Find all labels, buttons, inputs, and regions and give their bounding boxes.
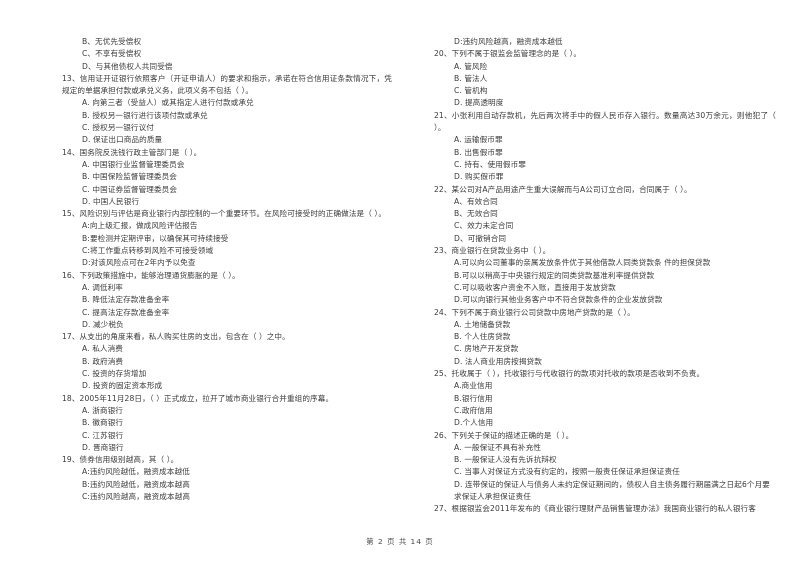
- question-option: A.商业信用: [454, 381, 493, 391]
- question-option: B. 一般保证人没有先诉抗辩权: [454, 455, 557, 465]
- question-option: B. 降低法定存款准备金率: [82, 295, 170, 305]
- question-option: D. 投资的固定资本形成: [82, 381, 163, 391]
- question-option: C. 持有、使用假币罪: [454, 159, 526, 169]
- question-stem: 14、国务院反洗钱行政主管部门是（ ）。: [62, 147, 202, 157]
- question-option: B. 徽商银行: [82, 418, 124, 428]
- question-option: C:违约风险越高，融资成本越高: [82, 491, 191, 501]
- question-option: C、效力未定合同: [454, 221, 514, 231]
- question-option: C. 当事人对保证方式没有约定的，按照一般责任保证承担保证责任: [454, 467, 680, 477]
- question-option: B:要检测并定期评审，以确保其可持续接受: [82, 233, 229, 243]
- question-option: A. 私人消费: [82, 344, 123, 354]
- question-stem: 22、某公司对A产品用途产生重大误解而与A公司订立合同，合同属于（ ）。: [434, 184, 692, 194]
- question-option: D. 提高透明度: [454, 98, 504, 108]
- question-option: B. 管法人: [454, 73, 488, 83]
- question-option: A. 运输假币罪: [454, 135, 503, 145]
- question-option: B. 授权另一银行进行该项付款或承兑: [82, 110, 208, 120]
- question-option: B. 出售假币罪: [454, 147, 503, 157]
- question-option: C. 投资的存货增加: [82, 369, 147, 379]
- question-option: D. 保证出口商品的质量: [82, 135, 163, 145]
- question-option: C.政府信用: [454, 405, 493, 415]
- question-option: B. 个人住房贷款: [454, 332, 511, 342]
- exam-page: B、无优先受偿权 C、不享有受偿权 D、与其他债权人共同受偿 13、信用证开证银行依照…: [0, 0, 800, 565]
- question-option: C. 管机构: [454, 86, 488, 96]
- question-option: A. 中国银行业监督管理委员会: [82, 159, 185, 169]
- question-option: A:向上级汇报，做成风险评估报告: [82, 221, 198, 231]
- question-stem: 20、下列不属于银监会监管理念的是（ ）。: [434, 49, 582, 59]
- page-footer: 第 2 页 共 14 页: [366, 537, 434, 546]
- question-option: D、与其他债权人共同受偿: [82, 61, 173, 71]
- two-column-layout: B、无优先受偿权 C、不享有受偿权 D、与其他债权人共同受偿 13、信用证开证银行依照…: [18, 36, 782, 516]
- question-option: A. 管风险: [454, 61, 488, 71]
- question-stem: 16、下列政策措施中，能够治理通货膨胀的是（ ）。: [62, 270, 240, 280]
- question-option: C. 江苏银行: [82, 430, 124, 440]
- question-option: D:对该风险点可在2年内予以免查: [82, 258, 196, 268]
- question-stem: 21、小张利用自动存款机，先后两次将手中的假人民币存入银行。数量高达30万余元，…: [434, 110, 776, 133]
- question-option: C. 授权另一银行议付: [82, 123, 154, 133]
- question-stem: 15、风险识别与评估是商业银行内部控制的一个重要环节。在风险可接受时的正确做法是…: [62, 209, 387, 219]
- question-option: A:违约风险越低，融资成本越低: [82, 467, 190, 477]
- question-option: D. 晋商银行: [82, 442, 124, 452]
- question-stem: 25、托收属于（ ），托收银行与代收银行的款项对托收的款项是否收到不负责。: [434, 369, 705, 379]
- question-stem: 19、债券信用级别越高，其（ ）。: [62, 455, 179, 465]
- question-option: D.个人信用: [454, 418, 494, 428]
- question-option: D. 购买假币罪: [454, 172, 504, 182]
- right-column: D:违约风险越高，融资成本越低 20、下列不属于银监会监管理念的是（ ）。 A. 管…: [400, 36, 782, 516]
- question-option: B.银行信用: [454, 393, 493, 403]
- question-stem: 13、信用证开证银行依照客户（开证申请人）的要求和指示，承诺在符合信用证条款情况…: [62, 73, 392, 96]
- question-option: A. 调低利率: [82, 282, 123, 292]
- question-option: B. 中国保险监督管理委员会: [82, 172, 177, 182]
- left-column: B、无优先受偿权 C、不享有受偿权 D、与其他债权人共同受偿 13、信用证开证银行依照…: [18, 36, 400, 503]
- question-option: D、可撤销合同: [454, 233, 507, 243]
- question-option: C. 提高法定存款准备金率: [82, 307, 170, 317]
- question-option: B、无效合同: [454, 209, 498, 219]
- question-option: C. 房地产开发贷款: [454, 344, 519, 354]
- question-stem: 18、2005年11月28日，（ ）正式成立，拉开了城市商业银行合并重组的序幕。: [62, 393, 334, 403]
- question-option: D. 中国人民银行: [82, 196, 140, 206]
- question-stem: 24、下列不属于商业银行公司贷款中房地产贷款的是（ ）。: [434, 307, 635, 317]
- question-option: C、不享有受偿权: [82, 49, 142, 59]
- question-option: B、无优先受偿权: [82, 37, 142, 46]
- question-stem: 23、商业银行在贷款业务中（ ）。: [434, 246, 551, 256]
- question-option: D.可以向银行其他业务客户中不符合贷款条件的企业发放贷款: [454, 295, 663, 305]
- question-stem: 27、根据银监会2011年发布的《商业银行理财产品销售管理办法》我国商业银行的私…: [434, 504, 756, 514]
- question-option: B. 政府消费: [82, 356, 124, 366]
- question-option: A、有效合同: [454, 196, 498, 206]
- question-option: A. 向第三者（受益人）或其指定人进行付款或承兑: [82, 98, 254, 108]
- question-option: A. 浙商银行: [82, 405, 123, 415]
- question-option: B:违约风险越低，融资成本越高: [82, 479, 190, 489]
- question-option: D. 减少税负: [82, 319, 124, 329]
- question-option: D:违约风险越高，融资成本越低: [454, 37, 563, 46]
- question-stem: 26、下列关于保证的描述正确的是（ ）。: [434, 430, 574, 440]
- question-stem: 17、从支出的角度来看，私人购买住房的支出，包含在（ ）之中。: [62, 332, 290, 342]
- question-option: D. 连带保证的保证人与债务人未约定保证期间的，债权人自主债务履行期届满之日起6…: [454, 479, 770, 501]
- question-option: C.可以吸收客户资金不入账，直接用于发放贷款: [454, 282, 616, 292]
- question-option: A.可以向公司董事的亲属发放条件优于其他借款人同类贷款条 件的担保贷款: [454, 258, 711, 268]
- question-option: A. 一般保证不具有补充性: [454, 442, 542, 452]
- question-option: A. 土地储备贷款: [454, 319, 511, 329]
- question-option: D. 法人商业用房按揭贷款: [454, 356, 542, 366]
- question-option: C:将工作重点转移到风险不可接受领域: [82, 246, 214, 256]
- question-option: C. 中国证券监督管理委员会: [82, 184, 178, 194]
- question-option: B.可以以稍高于中央银行规定的同类贷款基准利率提供贷款: [454, 270, 655, 280]
